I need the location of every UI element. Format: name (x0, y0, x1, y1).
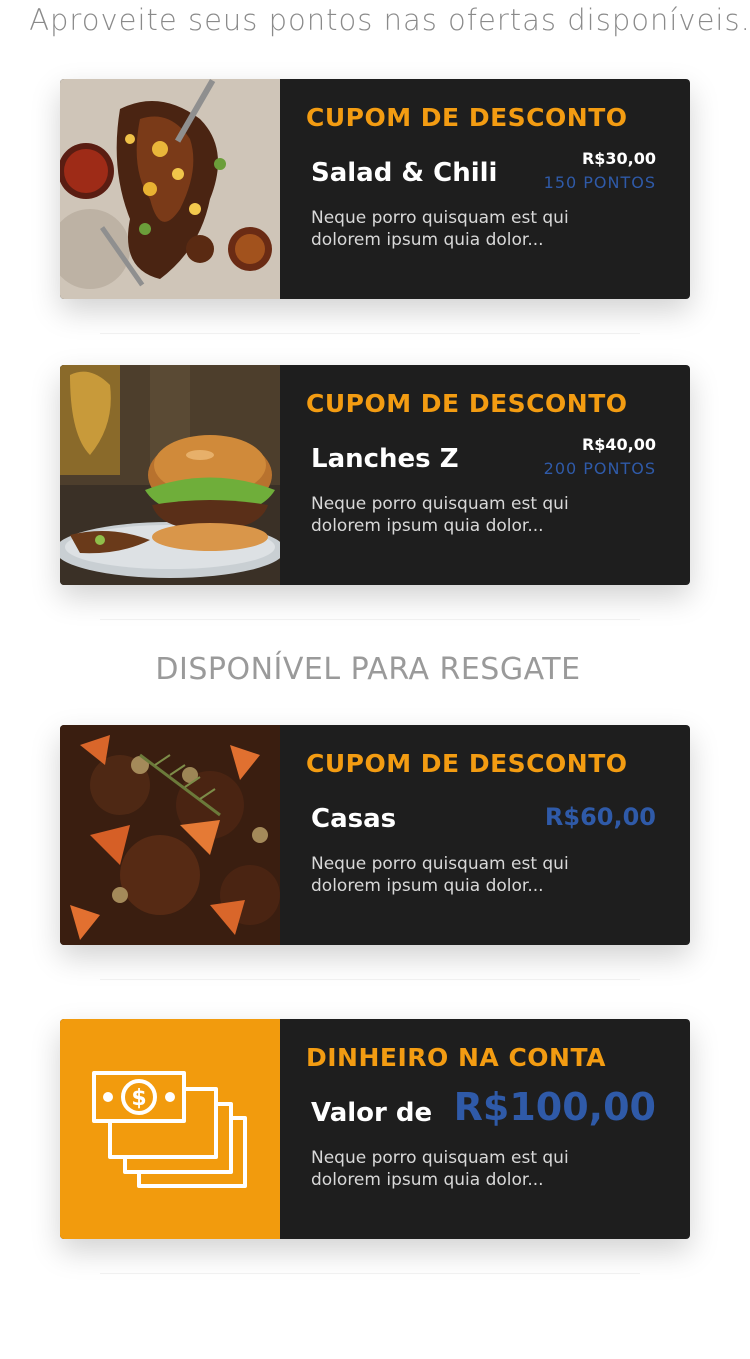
offer-kind-label: CUPOM DE DESCONTO (306, 103, 628, 132)
offer-title: Valor de (311, 1098, 433, 1128)
cash-stack-icon: $ (60, 1019, 280, 1239)
offer-title: Lanches Z (311, 444, 459, 474)
divider (100, 619, 640, 620)
offer-description: Neque porro quisquam est qui dolorem ips… (311, 208, 569, 250)
offer-description: Neque porro quisquam est qui dolorem ips… (311, 494, 569, 536)
redeem-card-dinheiro[interactable]: $ DINHEIRO NA CONTA Valor de R$100,00 Ne… (60, 1019, 690, 1239)
offer-description: Neque porro quisquam est qui dolorem ips… (311, 854, 569, 896)
offer-description: Neque porro quisquam est qui dolorem ips… (311, 1148, 569, 1190)
offer-image (60, 365, 280, 585)
offer-kind-label: DINHEIRO NA CONTA (306, 1043, 606, 1072)
section-title: DISPONÍVEL PARA RESGATE (155, 652, 581, 687)
divider (100, 979, 640, 980)
offer-title: Salad & Chili (311, 158, 498, 188)
offer-price: R$60,00 (544, 803, 656, 831)
intro-text: Aproveite seus pontos nas ofertas dispon… (29, 3, 750, 37)
svg-text:$: $ (131, 1086, 146, 1111)
offer-image (60, 79, 280, 299)
offer-price: R$30,00 (581, 149, 656, 168)
offer-card-lanches-z[interactable]: CUPOM DE DESCONTO Lanches Z R$40,00 200 … (60, 365, 690, 585)
offer-price: R$40,00 (581, 435, 656, 454)
redeem-card-casas[interactable]: CUPOM DE DESCONTO Casas R$60,00 Neque po… (60, 725, 690, 945)
offer-price: R$100,00 (453, 1085, 656, 1129)
offer-kind-label: CUPOM DE DESCONTO (306, 749, 628, 778)
offer-card-salad-chili[interactable]: CUPOM DE DESCONTO Salad & Chili R$30,00 … (60, 79, 690, 299)
offer-kind-label: CUPOM DE DESCONTO (306, 389, 628, 418)
divider (100, 1273, 640, 1274)
offer-points: 150 PONTOS (543, 173, 656, 192)
divider (100, 333, 640, 334)
offer-title: Casas (311, 804, 397, 834)
offer-points: 200 PONTOS (543, 459, 656, 478)
offer-image (60, 725, 280, 945)
